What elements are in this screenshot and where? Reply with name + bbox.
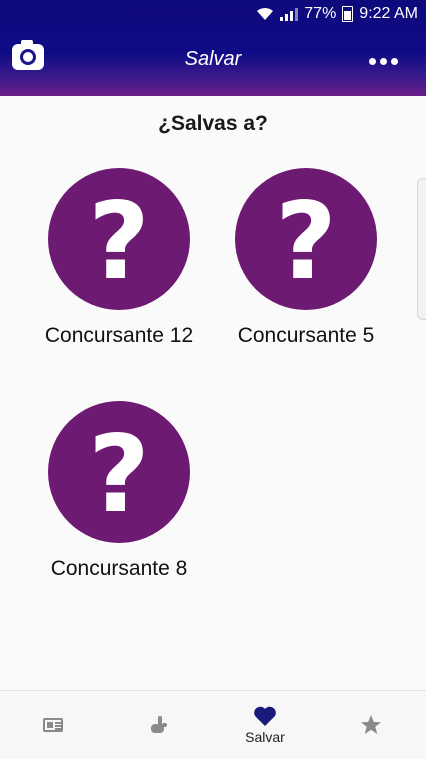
nav-item-salvar[interactable]: Salvar <box>212 691 318 759</box>
battery-icon <box>342 6 354 22</box>
app-header: 77% 9:22 AM Salvar <box>0 0 426 96</box>
status-bar: 77% 9:22 AM <box>0 0 426 28</box>
contestant-name: Concursante 12 <box>44 324 194 347</box>
news-icon <box>43 718 63 732</box>
question-heading: ¿Salvas a? <box>158 112 268 135</box>
contestant-name: Concursante 5 <box>237 324 375 347</box>
heart-icon <box>254 706 276 726</box>
toolbar: Salvar <box>0 40 426 84</box>
star-icon <box>361 715 381 734</box>
contestant-card[interactable]: ? Concursante 5 <box>221 168 391 348</box>
contestant-card[interactable]: ? Concursante 8 <box>34 401 204 581</box>
more-options-icon[interactable] <box>369 58 398 65</box>
nav-item-news[interactable] <box>0 691 106 759</box>
contestant-name: Concursante 8 <box>50 557 188 580</box>
nav-item-vote[interactable] <box>106 691 212 759</box>
page-title: Salvar <box>184 48 242 70</box>
edge-panel-handle[interactable] <box>417 178 426 320</box>
contestant-avatar[interactable]: ? <box>48 168 190 310</box>
question-mark-icon: ? <box>88 180 150 303</box>
contestant-card[interactable]: ? Concursante 12 <box>34 168 204 348</box>
nav-label-salvar: Salvar <box>245 729 285 745</box>
status-time: 9:22 AM <box>359 5 418 22</box>
battery-percent: 77% <box>304 5 337 22</box>
hand-icon <box>151 716 167 733</box>
question-mark-icon: ? <box>275 180 337 303</box>
signal-icon <box>280 7 299 21</box>
contestant-avatar[interactable]: ? <box>48 401 190 543</box>
wifi-icon <box>257 7 274 20</box>
contestant-avatar[interactable]: ? <box>235 168 377 310</box>
bottom-navigation: Salvar <box>0 690 426 759</box>
nav-item-favorites[interactable] <box>318 691 424 759</box>
question-mark-icon: ? <box>88 413 150 536</box>
